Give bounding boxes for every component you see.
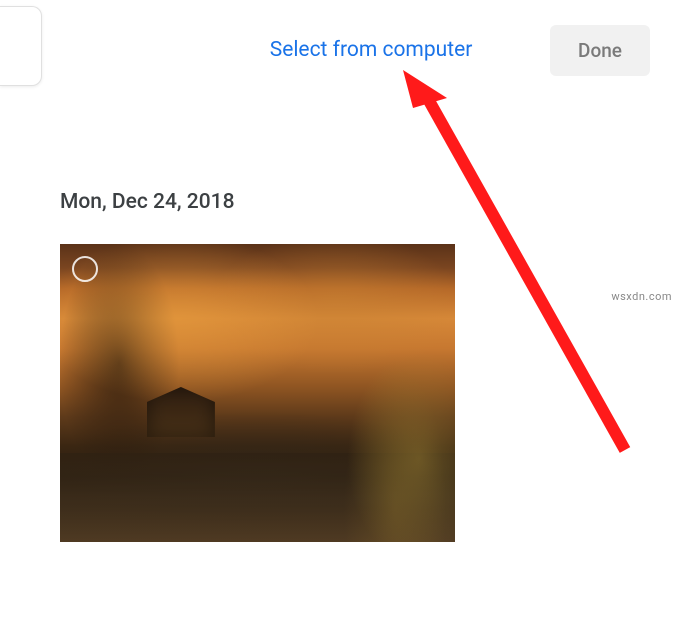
select-from-computer-link[interactable]: Select from computer xyxy=(270,38,473,62)
left-partial-card[interactable] xyxy=(0,6,42,86)
content-area: Mon, Dec 24, 2018 xyxy=(0,100,680,542)
top-bar: Select from computer Done xyxy=(0,0,680,100)
date-header: Mon, Dec 24, 2018 xyxy=(60,190,620,214)
photo-thumbnail[interactable] xyxy=(60,244,455,542)
photo-image xyxy=(60,244,455,542)
selection-circle-icon[interactable] xyxy=(72,256,98,282)
watermark-text: wsxdn.com xyxy=(611,290,672,303)
done-button[interactable]: Done xyxy=(550,25,650,76)
